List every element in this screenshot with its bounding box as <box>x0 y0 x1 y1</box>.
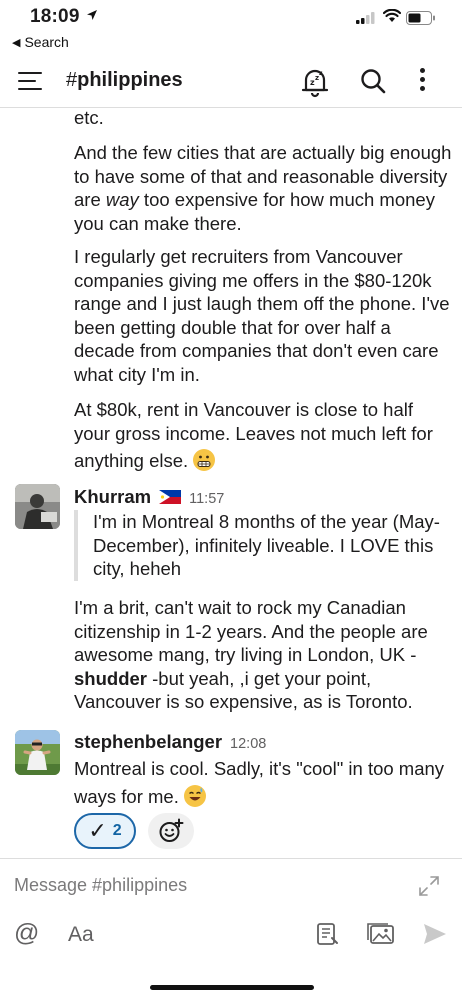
mention-icon[interactable]: @ <box>14 919 39 948</box>
back-to-search-link[interactable]: ◀ Search <box>12 34 69 50</box>
message-header: stephenbelanger 12:08 <box>74 731 266 753</box>
avatar[interactable] <box>15 484 60 529</box>
hamburger-menu-icon[interactable] <box>18 70 42 92</box>
status-bar: 18:09 ◀ Search <box>0 0 462 50</box>
more-options-icon[interactable] <box>418 68 426 94</box>
message-header: Khurram 11:57 <box>74 486 224 508</box>
home-indicator <box>150 985 314 990</box>
add-reaction-icon <box>159 818 184 842</box>
send-icon[interactable] <box>422 921 448 947</box>
shortcuts-icon[interactable] <box>314 921 340 947</box>
check-mark-icon: ✓ <box>88 818 107 843</box>
philippines-flag-icon <box>159 490 182 504</box>
message-composer: Message #philippines @ Aa <box>0 858 462 1000</box>
message-timestamp: 12:08 <box>230 736 267 752</box>
author-name[interactable]: stephenbelanger <box>74 731 222 753</box>
search-icon[interactable] <box>360 68 386 94</box>
back-label: Search <box>24 34 69 50</box>
channel-title[interactable]: #philippines <box>66 69 183 92</box>
emphasis-text: way <box>105 189 139 210</box>
photo-icon[interactable] <box>366 921 396 947</box>
quoted-text: I'm in Montreal 8 months of the year (Ma… <box>74 510 454 581</box>
channel-header: #philippines z z z <box>0 56 462 108</box>
message-paragraph: At $80k, rent in Vancouver is close to h… <box>74 398 454 473</box>
message-paragraph: Montreal is cool. Sadly, it's "cool" in … <box>74 757 454 808</box>
wifi-icon <box>383 9 401 22</box>
location-arrow-icon <box>87 10 97 20</box>
back-triangle-icon: ◀ <box>12 36 21 49</box>
channel-name: philippines <box>77 69 183 91</box>
author-name[interactable]: Khurram <box>74 486 151 508</box>
avatar[interactable] <box>15 730 60 775</box>
channel-hash: # <box>66 69 78 91</box>
message-text: I'm a brit, can't wait to rock my Canadi… <box>74 597 428 665</box>
svg-text:z: z <box>319 70 323 77</box>
message-paragraph: And the few cities that are actually big… <box>74 141 454 235</box>
expand-composer-icon[interactable] <box>418 875 440 897</box>
message-input[interactable]: Message #philippines <box>14 875 187 896</box>
sweat-smile-emoji-icon <box>184 784 206 807</box>
add-reaction-button[interactable] <box>148 813 194 849</box>
message-text-tail: etc. <box>74 107 104 128</box>
message-timestamp: 11:57 <box>189 491 225 507</box>
message-text: At $80k, rent in Vancouver is close to h… <box>74 399 433 471</box>
cellular-signal-icon <box>356 12 375 24</box>
snooze-notifications-icon[interactable]: z z z <box>298 64 332 98</box>
check-mark-reaction[interactable]: ✓ 2 <box>74 813 136 849</box>
bold-text: shudder <box>74 667 147 689</box>
battery-icon <box>406 11 435 25</box>
grimacing-emoji-icon <box>193 449 216 471</box>
message-text: Montreal is cool. Sadly, it's "cool" in … <box>74 758 445 807</box>
message-paragraph: I'm a brit, can't wait to rock my Canadi… <box>74 596 454 714</box>
reaction-count: 2 <box>112 822 122 839</box>
status-time: 18:09 <box>30 6 80 27</box>
text-format-icon[interactable]: Aa <box>68 923 94 947</box>
message-paragraph: I regularly get recruiters from Vancouve… <box>74 246 450 385</box>
